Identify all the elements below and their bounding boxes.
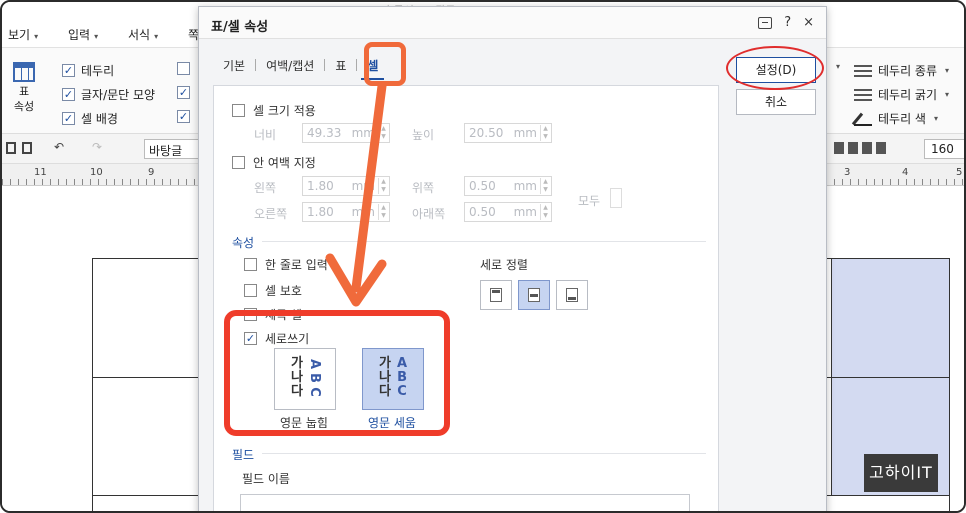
properties-section-label: 속성: [232, 236, 255, 250]
ruler-number: 11: [34, 167, 47, 178]
border-color-icon: [854, 112, 872, 126]
padding-left-label: 왼쪽: [254, 181, 277, 195]
screenshot-frame: 미 문서 1 - 광균 보기▾ 입력▾ 서식▾ 쪽 표 속성 ✓테두리 ✓글자/…: [0, 0, 966, 513]
ribbon-checkbox-extra-3[interactable]: ✓: [177, 110, 190, 123]
spinner-icon[interactable]: ▲ ▼: [540, 125, 550, 141]
checkbox-icon: [232, 156, 245, 169]
table-icon: [13, 62, 35, 82]
field-name-label: 필드 이름: [242, 472, 290, 486]
help-button[interactable]: ?: [784, 15, 791, 30]
field-name-input[interactable]: [240, 494, 690, 511]
padding-top-label: 위쪽: [412, 181, 435, 195]
vertical-align-group: [480, 280, 588, 310]
ruler-number: 3: [844, 167, 851, 178]
vertical-writing-highlight-annotation: [224, 310, 450, 436]
tab-margin-caption[interactable]: 여백/캡션: [256, 57, 324, 74]
ribbon-checkbox-extra-1[interactable]: [177, 62, 190, 75]
cell-tab-panel: 셀 크기 적용 너비 49.33 mm ▲ ▼ 높이 20.50 mm ▲ ▼ 안 여백…: [213, 85, 719, 511]
ruler-number: 9: [148, 167, 155, 178]
tab-highlight-annotation: [364, 42, 406, 86]
checkbox-checked-icon: ✓: [62, 88, 75, 101]
align-bottom-icon: [566, 288, 578, 302]
vertical-align-label: 세로 정렬: [480, 258, 528, 272]
checkbox-icon: [244, 258, 257, 271]
cancel-button[interactable]: 취소: [736, 89, 816, 115]
checkbox-checked-icon: ✓: [62, 64, 75, 77]
undo-icon[interactable]: ↶: [54, 140, 68, 154]
ok-button-highlight-annotation: [726, 46, 824, 90]
dialog-title: 표/셀 속성: [211, 20, 269, 35]
menu-item-view[interactable]: 보기 ▾: [8, 26, 38, 43]
ribbon-checkbox-extra-2[interactable]: ✓: [177, 86, 190, 99]
chevron-down-icon: ▾: [945, 90, 950, 99]
padding-checkbox[interactable]: 안 여백 지정: [232, 154, 316, 171]
padding-bottom-input[interactable]: 0.50 mm ▲ ▼: [464, 202, 552, 222]
chevron-down-icon: ▾: [34, 32, 39, 41]
style-select[interactable]: 바탕글: [144, 139, 200, 159]
checkbox-checked-icon: ✓: [62, 112, 75, 125]
menu-item-insert[interactable]: 입력 ▾: [68, 26, 98, 43]
arrow-shaft: [351, 82, 387, 293]
padding-bottom-label: 아래쪽: [412, 207, 446, 221]
align-icons[interactable]: [834, 142, 890, 154]
tab-table[interactable]: 표: [325, 57, 356, 74]
border-checkbox[interactable]: ✓ 테두리: [62, 62, 114, 79]
cell-protect-checkbox[interactable]: 셀 보호: [244, 282, 302, 299]
table-props-label-2: 속성: [13, 100, 35, 113]
print-icon[interactable]: [6, 142, 16, 154]
chevron-down-icon: ▾: [945, 66, 950, 75]
border-style-icon: [854, 64, 872, 77]
tab-basic[interactable]: 기본: [213, 57, 255, 74]
comment-icon[interactable]: [758, 16, 773, 29]
field-section-label: 필드: [232, 448, 255, 462]
height-label: 높이: [412, 128, 435, 142]
table-properties-button[interactable]: 표 속성: [8, 62, 40, 114]
cell-size-checkbox[interactable]: 셀 크기 적용: [232, 102, 316, 119]
chevron-down-icon[interactable]: ▾: [836, 62, 840, 71]
border-width-dropdown[interactable]: 테두리 굵기 ▾: [854, 86, 949, 103]
dialog-tabs: 기본 여백/캡션 표 셀: [213, 53, 388, 80]
padding-all-spinner[interactable]: [610, 188, 622, 208]
ruler-number: 5: [956, 167, 963, 178]
padding-all-label: 모두: [578, 194, 601, 208]
dialog-titlebar: 표/셀 속성 ? ×: [199, 7, 826, 39]
spinner-icon[interactable]: ▲ ▼: [540, 178, 550, 194]
valign-top-button[interactable]: [480, 280, 512, 310]
cell-background-checkbox[interactable]: ✓ 셀 배경: [62, 110, 118, 127]
chevron-down-icon: ▾: [154, 32, 159, 41]
preview-icon[interactable]: [22, 142, 32, 154]
ruler-number: 4: [902, 167, 909, 178]
border-style-dropdown[interactable]: 테두리 종류 ▾: [854, 62, 949, 79]
table-cell-properties-dialog: 표/셀 속성 ? × 기본 여백/캡션 표 셀 설정(D) 취소 셀 크기 적용…: [198, 6, 827, 511]
watermark-logo: 고하이IT: [864, 454, 938, 492]
spinner-icon[interactable]: ▲ ▼: [540, 204, 550, 220]
menu-item-format[interactable]: 서식 ▾: [128, 26, 158, 43]
table-props-label-1: 표: [18, 85, 30, 98]
valign-bottom-button[interactable]: [556, 280, 588, 310]
width-label: 너비: [254, 128, 277, 142]
char-para-shape-checkbox[interactable]: ✓ 글자/문단 모양: [62, 86, 155, 103]
zoom-input[interactable]: 160: [924, 139, 964, 159]
padding-right-label: 오른쪽: [254, 207, 288, 221]
padding-top-input[interactable]: 0.50 mm ▲ ▼: [464, 176, 552, 196]
chevron-down-icon: ▾: [94, 32, 99, 41]
chevron-down-icon: ▾: [933, 114, 938, 123]
close-button[interactable]: ×: [803, 15, 814, 30]
single-line-checkbox[interactable]: 한 줄로 입력: [244, 256, 328, 273]
align-middle-icon: [528, 288, 540, 302]
border-width-icon: [854, 88, 872, 101]
valign-middle-button[interactable]: [518, 280, 550, 310]
checkbox-icon: [232, 104, 245, 117]
redo-icon[interactable]: ↷: [92, 140, 106, 154]
checkbox-icon: [244, 284, 257, 297]
arrow-annotation: [325, 82, 387, 307]
align-top-icon: [490, 288, 502, 302]
height-input[interactable]: 20.50 mm ▲ ▼: [464, 123, 552, 143]
border-color-dropdown[interactable]: 테두리 색 ▾: [854, 110, 938, 127]
ruler-number: 10: [90, 167, 103, 178]
